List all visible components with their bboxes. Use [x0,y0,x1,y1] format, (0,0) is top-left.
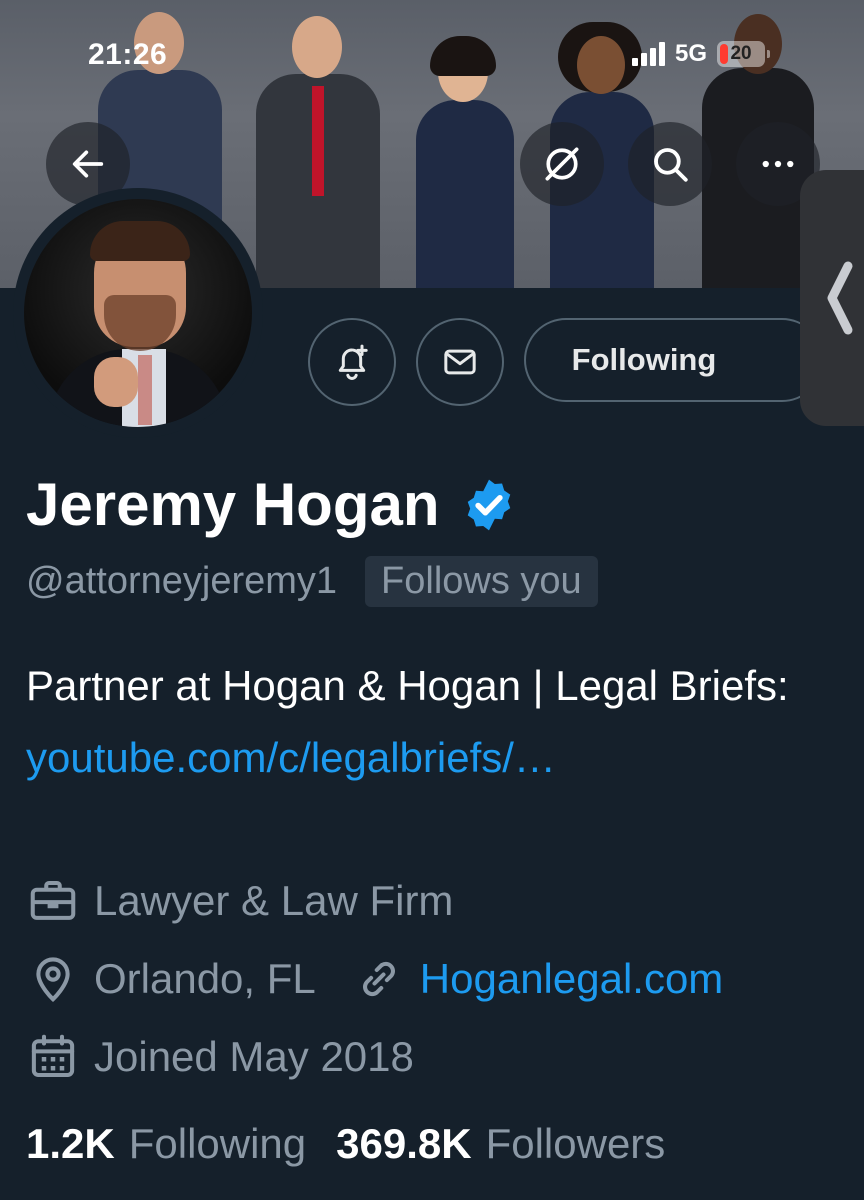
profile-handle: @attorneyjeremy1 [26,560,338,602]
briefcase-icon [30,880,76,920]
envelope-icon [444,349,476,375]
avatar-photo [24,199,252,427]
grok-icon [545,147,579,181]
following-count: 1.2K [26,1120,115,1167]
profile-bio: Partner at Hogan & Hogan | Legal Briefs:… [26,650,826,794]
back-arrow-icon [72,150,104,178]
status-indicators: 5G 20 [632,40,771,68]
calendar-icon [31,1034,75,1078]
search-icon [654,148,688,182]
profile-avatar[interactable] [13,188,263,438]
link-icon [362,961,395,997]
signal-icon [632,42,665,66]
network-type: 5G [675,40,708,67]
followers-count: 369.8K [336,1120,472,1167]
profile-website[interactable]: Hoganlegal.com [420,955,724,1003]
followers-stat[interactable]: 369.8K Followers [336,1120,665,1168]
side-drawer-tab[interactable] [800,170,864,426]
profile-category: Lawyer & Law Firm [94,877,454,924]
grok-button[interactable] [520,122,604,206]
profile-stats: 1.2K Following 369.8K Followers [26,1120,665,1168]
profile-joined: Joined May 2018 [94,1033,414,1080]
message-button[interactable] [416,318,504,406]
location-website-row: Orlando, FL Hoganlegal.com [26,952,723,1006]
battery-level: 20 [730,43,752,64]
following-label: Following [128,1120,307,1167]
followers-label: Followers [485,1120,666,1167]
chevron-left-icon [827,261,853,335]
status-time: 21:26 [88,38,168,71]
category-row: Lawyer & Law Firm [26,874,453,928]
following-stat[interactable]: 1.2K Following [26,1120,306,1168]
profile-location: Orlando, FL [94,955,316,1002]
joined-row: Joined May 2018 [26,1030,414,1084]
profile-name: Jeremy Hogan [26,471,440,538]
handle-row: @attorneyjeremy1 Follows you [26,556,598,607]
location-pin-icon [36,957,70,1003]
banner-person-2 [248,0,388,288]
battery-icon: 20 [717,41,771,67]
bio-text: Partner at Hogan & Hogan | Legal Briefs: [26,662,789,709]
bell-plus-icon [338,344,368,380]
follows-you-badge: Follows you [365,556,598,607]
notifications-button[interactable] [308,318,396,406]
banner-person-3 [410,0,520,288]
bio-link[interactable]: youtube.com/c/legalbriefs/… [26,734,556,781]
following-button[interactable]: Following [524,318,824,402]
verified-badge-icon[interactable] [460,476,518,534]
more-icon [762,160,794,168]
profile-name-row: Jeremy Hogan [26,470,518,539]
search-button[interactable] [628,122,712,206]
